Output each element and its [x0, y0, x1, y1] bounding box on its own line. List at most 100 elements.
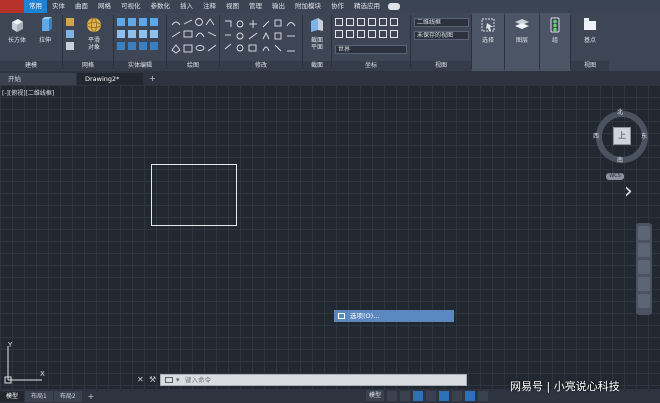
layout-tab-layout1[interactable]: 布局1: [25, 390, 53, 402]
visual-style-dropdown[interactable]: 二维线框: [414, 18, 469, 27]
panel-label-mesh[interactable]: 网格: [63, 61, 113, 71]
pan-icon[interactable]: [638, 243, 650, 257]
steering-wheel-icon[interactable]: [638, 226, 650, 240]
menu-addins[interactable]: 附加模块: [290, 0, 326, 13]
menu-annotate[interactable]: 注释: [198, 0, 221, 13]
slice-icon[interactable]: [128, 18, 136, 26]
panel-label-solid-editing[interactable]: 实体编辑: [114, 61, 166, 71]
shell-icon[interactable]: [150, 18, 158, 26]
menu-collaborate[interactable]: 协作: [326, 0, 349, 13]
panel-label-section[interactable]: 截面: [303, 61, 331, 71]
object-snap-icon[interactable]: [465, 390, 476, 401]
ucs-face-icon[interactable]: [346, 30, 354, 38]
showmotion-icon[interactable]: [638, 294, 650, 308]
ucs-origin-icon[interactable]: [346, 18, 354, 26]
polar-toggle-icon[interactable]: [452, 390, 463, 401]
view-state-dropdown[interactable]: 未保存的视图: [414, 31, 469, 40]
offset-edge-icon[interactable]: [128, 42, 136, 50]
command-input[interactable]: [185, 375, 455, 385]
menu-mesh[interactable]: 网格: [93, 0, 116, 13]
ortho-toggle-icon[interactable]: [439, 390, 450, 401]
imprint-icon[interactable]: [139, 30, 147, 38]
taper-faces-icon[interactable]: [150, 42, 158, 50]
menu-visualize[interactable]: 可视化: [116, 0, 146, 13]
application-menu-button[interactable]: [0, 0, 24, 13]
layout-tab-model[interactable]: 模型: [0, 390, 25, 402]
menu-surface[interactable]: 曲面: [70, 0, 93, 13]
ucs-3point-icon[interactable]: [357, 30, 365, 38]
intersect-icon[interactable]: [117, 42, 125, 50]
wrench-icon[interactable]: ⚒: [149, 375, 156, 384]
smooth-object-tool[interactable]: 平滑 对象: [77, 17, 111, 51]
ucs-previous-icon[interactable]: [379, 30, 387, 38]
menu-parametric[interactable]: 参数化: [146, 0, 176, 13]
viewport-controls-label[interactable]: [-][俯视][二维线框]: [2, 88, 54, 97]
ucs-dropdown[interactable]: 世界: [335, 45, 407, 54]
panel-label-modify[interactable]: 修改: [220, 61, 302, 71]
viewcube-top-face[interactable]: 上: [613, 127, 631, 145]
panel-label-view-right[interactable]: 视图: [571, 61, 609, 71]
model-space-button[interactable]: 模型: [366, 390, 385, 401]
lineweight-icon[interactable]: [478, 390, 489, 401]
chevron-right-icon[interactable]: ›: [624, 181, 633, 203]
mesh-box-icon[interactable]: [66, 18, 74, 26]
fillet-edge-icon[interactable]: [139, 42, 147, 50]
menu-view[interactable]: 视图: [221, 0, 244, 13]
mesh-primitive-icon[interactable]: [66, 30, 74, 38]
base-point-tool[interactable]: 基点: [576, 17, 604, 44]
union-icon[interactable]: [117, 18, 125, 26]
dynamic-input-icon[interactable]: [426, 390, 437, 401]
ucs-zaxis-icon[interactable]: [368, 30, 376, 38]
add-layout-button[interactable]: +: [83, 391, 100, 402]
extract-edges-icon[interactable]: [139, 18, 147, 26]
layers-tool[interactable]: 图层: [510, 17, 534, 44]
ribbon-toggle-button[interactable]: [388, 3, 400, 10]
menu-solid[interactable]: 实体: [47, 0, 70, 13]
layout-tab-layout2[interactable]: 布局2: [53, 390, 82, 402]
orbit-icon[interactable]: [638, 277, 650, 291]
separate-icon[interactable]: [150, 30, 158, 38]
compass-south[interactable]: 南: [617, 155, 623, 164]
modify-tools-icon[interactable]: [223, 17, 299, 57]
infer-constraints-icon[interactable]: [413, 390, 424, 401]
ucs-x-icon[interactable]: [357, 18, 365, 26]
ucs-view-icon[interactable]: [390, 18, 398, 26]
context-menu-options-item[interactable]: 选项(O)...: [334, 310, 454, 322]
compass-west[interactable]: 西: [593, 131, 599, 140]
ucs-z-icon[interactable]: [379, 18, 387, 26]
ucs-world-icon[interactable]: [390, 30, 398, 38]
groups-tool[interactable]: 组: [543, 17, 567, 44]
compass-east[interactable]: 东: [641, 131, 647, 140]
command-prompt-icon[interactable]: [165, 377, 173, 383]
snap-toggle-icon[interactable]: [400, 390, 411, 401]
panel-label-coordinates[interactable]: 坐标: [332, 61, 410, 71]
menu-manage[interactable]: 管理: [244, 0, 267, 13]
menu-home[interactable]: 常用: [24, 0, 47, 13]
new-tab-button[interactable]: +: [144, 73, 161, 85]
panel-label-view[interactable]: 视图: [411, 61, 471, 71]
ucs-object-icon[interactable]: [335, 30, 343, 38]
tab-drawing[interactable]: Drawing2*: [77, 73, 143, 85]
chevron-down-icon[interactable]: ▾: [176, 375, 180, 385]
extrude-tool[interactable]: 拉伸: [33, 17, 57, 44]
ucs-icon-button[interactable]: [335, 18, 343, 26]
close-icon[interactable]: ✕: [137, 375, 144, 384]
drawing-canvas[interactable]: [-][俯视][二维线框] 上 北 南 东 西 WCS › 选项(O)... Y…: [0, 85, 660, 389]
wcs-menu-badge[interactable]: WCS: [606, 173, 624, 180]
menu-featured-apps[interactable]: 精选应用: [349, 0, 385, 13]
tab-start[interactable]: 开始: [0, 73, 76, 85]
menu-insert[interactable]: 插入: [175, 0, 198, 13]
zoom-icon[interactable]: [638, 260, 650, 274]
selection-tool[interactable]: 选择: [476, 17, 500, 44]
panel-label-modeling[interactable]: 建模: [0, 61, 62, 71]
rectangle-entity[interactable]: [151, 164, 237, 226]
draw-tools-icon[interactable]: [170, 17, 218, 57]
box-tool[interactable]: 长方体: [4, 17, 30, 44]
mesh-convert-icon[interactable]: [66, 42, 74, 50]
menu-output[interactable]: 输出: [267, 0, 290, 13]
subtract-icon[interactable]: [117, 30, 125, 38]
grid-toggle-icon[interactable]: [387, 390, 398, 401]
compass-north[interactable]: 北: [617, 107, 623, 116]
section-plane-tool[interactable]: 截面 平面: [305, 17, 329, 51]
ucs-y-icon[interactable]: [368, 18, 376, 26]
